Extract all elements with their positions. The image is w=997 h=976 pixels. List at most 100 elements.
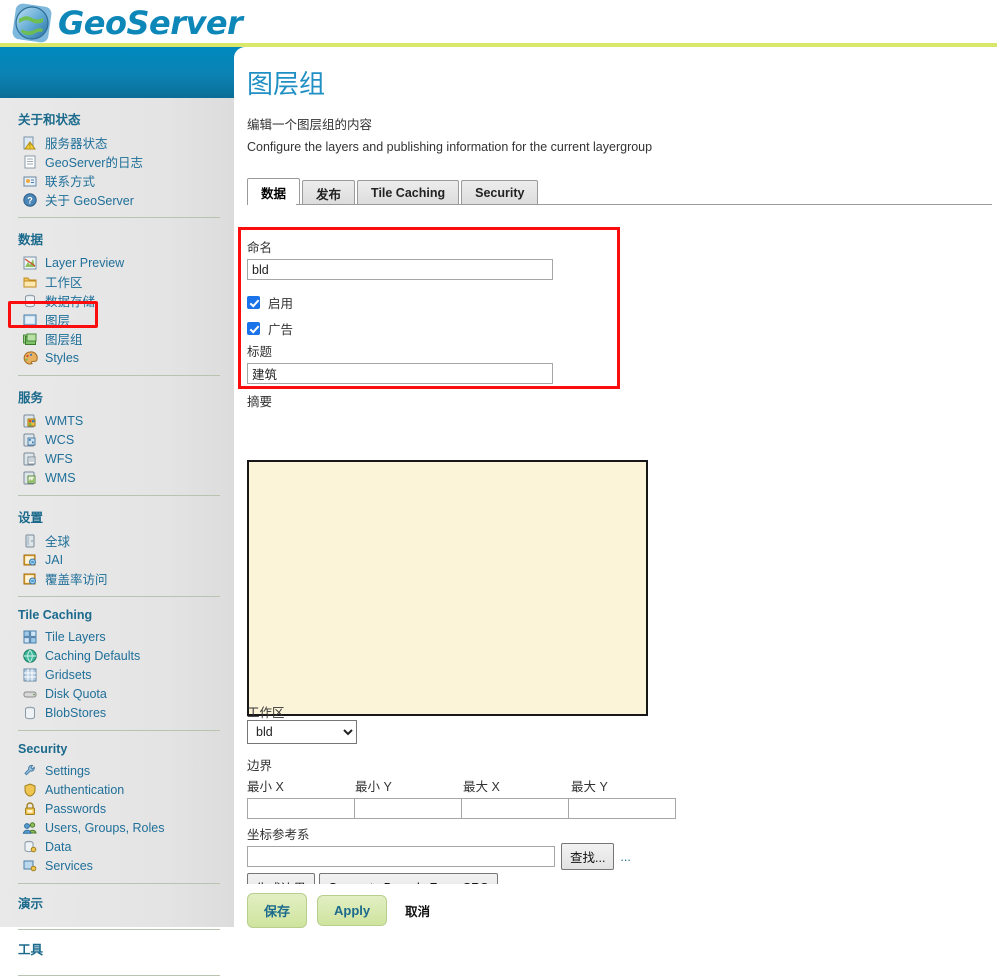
sidebar-item-label: 服务器状态 [45, 137, 108, 151]
contact-card-icon [22, 173, 38, 189]
tab-active-connector [248, 204, 296, 205]
tab-data[interactable]: 数据 [247, 178, 301, 205]
sidebar-item-users-groups-roles[interactable]: Users, Groups, Roles [0, 818, 234, 837]
bounds-input-miny[interactable] [354, 798, 462, 819]
bounds-input-maxx[interactable] [461, 798, 569, 819]
sidebar-item-label: WMTS [45, 413, 84, 428]
page-subtitle-cn: 编辑一个图层组的内容 [247, 118, 373, 132]
sidebar-section-title: 数据 [18, 233, 44, 247]
sidebar-item-blobstores[interactable]: BlobStores [0, 703, 234, 722]
sidebar-item-layer-preview[interactable]: Layer Preview [0, 253, 234, 272]
sidebar-section-title: Tile Caching [18, 608, 93, 622]
sidebar-item-label: 图层 [45, 314, 71, 328]
sidebar-item-gridsets[interactable]: Gridsets [0, 665, 234, 684]
sidebar-item-geoserver-logs[interactable]: GeoServer的日志 [0, 152, 234, 171]
sidebar-item-tile-layers[interactable]: Tile Layers [0, 627, 234, 646]
sidebar-item-label: Tile Layers [45, 629, 106, 644]
services-key-icon [22, 858, 38, 874]
sidebar-item-contact[interactable]: 联系方式 [0, 171, 234, 190]
service-icon [22, 413, 38, 429]
workspace-select[interactable]: bld [247, 720, 357, 744]
service-icon [22, 432, 38, 448]
sidebar-item-layers[interactable]: 图层 [0, 310, 234, 329]
bounds-input-maxy[interactable] [568, 798, 676, 819]
advertised-checkbox-row[interactable]: 广告 [247, 313, 293, 344]
sidebar-item-layergroups[interactable]: 图层组 [0, 329, 234, 348]
sidebar-section-title: 设置 [18, 511, 44, 525]
sidebar-item-wmts[interactable]: WMTS [0, 411, 234, 430]
sidebar-item-wfs[interactable]: WFS [0, 449, 234, 468]
sidebar-item-stores[interactable]: 数据存储 [0, 291, 234, 310]
sidebar-item-label: 数据存储 [45, 295, 96, 309]
abstract-textarea[interactable] [247, 460, 648, 716]
sidebar-section-tools[interactable]: 工具 [0, 930, 234, 967]
sidebar-item-label: WFS [45, 451, 73, 466]
cancel-button[interactable]: 取消 [405, 901, 430, 920]
main-content-panel: 图层组 编辑一个图层组的内容 Configure the layers and … [234, 47, 997, 927]
database-icon [22, 293, 38, 309]
sidebar-item-caching-defaults[interactable]: Caching Defaults [0, 646, 234, 665]
advertised-checkbox[interactable] [247, 322, 260, 335]
server-status-icon: ! [22, 135, 38, 151]
sidebar-item-wms[interactable]: WMS [0, 468, 234, 487]
sidebar-item-label: Passwords [45, 801, 107, 816]
wrench-icon [22, 763, 38, 779]
sidebar-item-authentication[interactable]: Authentication [0, 780, 234, 799]
crs-more-link[interactable]: ... [620, 850, 630, 864]
data-key-icon [22, 839, 38, 855]
tab-underline [247, 204, 992, 205]
sidebar-item-styles[interactable]: Styles [0, 348, 234, 367]
globe-icon [12, 3, 52, 43]
sidebar-item-global[interactable]: 全球 [0, 531, 234, 550]
apply-button[interactable]: Apply [317, 895, 388, 926]
sidebar-item-server-status[interactable]: ! 服务器状态 [0, 133, 234, 152]
name-input[interactable] [247, 259, 553, 280]
sidebar-item-label: GeoServer的日志 [45, 156, 143, 170]
title-input[interactable] [247, 363, 553, 384]
sidebar-item-wcs[interactable]: WCS [0, 430, 234, 449]
layer-preview-icon [22, 255, 38, 271]
workspace-label: 工作区 [247, 706, 285, 720]
sidebar-item-label: 图层组 [45, 333, 83, 347]
tab-tile-caching[interactable]: Tile Caching [357, 180, 460, 205]
sidebar-item-label: Users, Groups, Roles [45, 820, 165, 835]
tile-layers-icon [22, 629, 38, 645]
sidebar-item-coverage-access[interactable]: 覆盖率访问 [0, 569, 234, 588]
layer-icon [22, 312, 38, 328]
sidebar-section-settings: 设置 全球 JAI 覆盖率访问 [0, 496, 234, 588]
sidebar-item-about-geoserver[interactable]: ? 关于 GeoServer [0, 190, 234, 209]
sidebar-item-label: Caching Defaults [45, 648, 141, 663]
sidebar-item-passwords[interactable]: Passwords [0, 799, 234, 818]
layer-group-icon [22, 331, 38, 347]
grid-icon [22, 667, 38, 683]
tab-security[interactable]: Security [461, 180, 539, 205]
sidebar-section-about: 关于和状态 ! 服务器状态 GeoServer的日志 联系方式 ? 关于 Geo… [0, 98, 234, 209]
crs-find-button[interactable]: 查找... [561, 843, 615, 870]
crs-input[interactable] [247, 846, 555, 867]
sidebar-item-workspaces[interactable]: 工作区 [0, 272, 234, 291]
sidebar-section-data: 数据 Layer Preview 工作区 数据存储 图层 图层组 Styles [0, 218, 234, 367]
sidebar-item-label: 全球 [45, 535, 71, 549]
tab-publishing[interactable]: 发布 [302, 180, 356, 205]
sidebar-item-disk-quota[interactable]: Disk Quota [0, 684, 234, 703]
sidebar-item-jai[interactable]: JAI [0, 550, 234, 569]
sidebar-section-security: Security Settings Authentication Passwor… [0, 731, 234, 875]
bounds-input-minx[interactable] [247, 798, 355, 819]
sidebar-item-security-settings[interactable]: Settings [0, 761, 234, 780]
sidebar-item-label: Settings [45, 763, 91, 778]
sidebar-item-security-data[interactable]: Data [0, 837, 234, 856]
sidebar-section-demos[interactable]: 演示 [0, 884, 234, 921]
blobstore-icon [22, 705, 38, 721]
crs-row: 查找... ... [247, 843, 631, 870]
enabled-checkbox[interactable] [247, 296, 260, 309]
bounds-header-minx: 最小 X [247, 780, 284, 794]
save-button[interactable]: 保存 [247, 893, 308, 928]
sidebar-item-security-services[interactable]: Services [0, 856, 234, 875]
folder-icon [22, 274, 38, 290]
bounds-header-maxx: 最大 X [463, 780, 500, 794]
sidebar-item-label: Services [45, 858, 93, 873]
sidebar-item-label: JAI [45, 552, 64, 567]
name-label: 命名 [247, 241, 273, 255]
sidebar: 关于和状态 ! 服务器状态 GeoServer的日志 联系方式 ? 关于 Geo… [0, 98, 234, 976]
sidebar-item-label: WMS [45, 470, 76, 485]
